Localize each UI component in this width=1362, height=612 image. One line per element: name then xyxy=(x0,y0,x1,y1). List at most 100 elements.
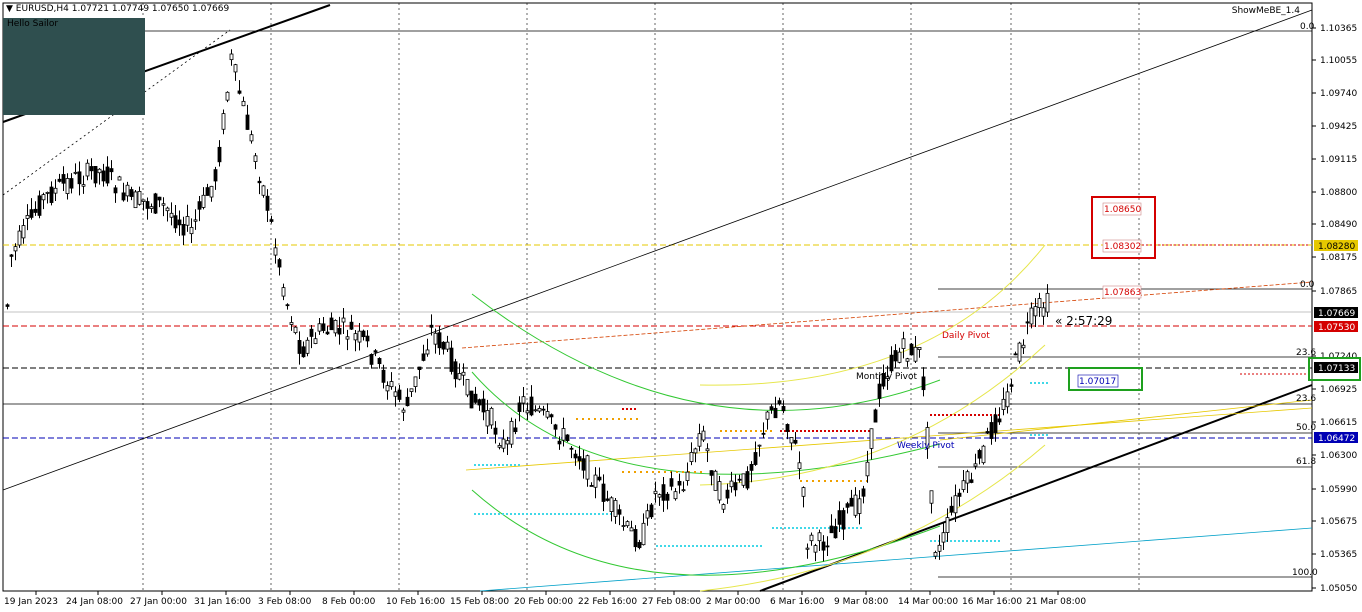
candle-body xyxy=(629,527,634,532)
candle-body xyxy=(905,358,910,362)
candle-body xyxy=(1045,292,1050,313)
time-tick-label: 6 Mar 16:00 xyxy=(770,597,825,607)
candle-body xyxy=(741,473,746,486)
candle-body xyxy=(657,494,662,498)
candle-body xyxy=(621,525,626,527)
candle-body xyxy=(889,354,894,372)
indicator-dot xyxy=(630,418,632,420)
candle-body xyxy=(325,331,330,335)
candle-body xyxy=(949,505,954,513)
candle-body xyxy=(185,216,190,226)
candle-body xyxy=(809,534,814,542)
candle-body xyxy=(273,247,278,256)
indicator-dot xyxy=(594,513,596,515)
indicator-dot xyxy=(550,513,552,515)
candle-body xyxy=(941,532,946,543)
candle-body xyxy=(665,493,670,501)
indicator-dot xyxy=(692,545,694,547)
chart-symbol-title: ▼ EURUSD,H4 1.07721 1.07749 1.07650 1.07… xyxy=(6,4,229,14)
candle-body xyxy=(517,402,522,412)
indicator-dot xyxy=(946,414,948,416)
candle-body xyxy=(813,545,818,553)
time-tick-label: 8 Feb 00:00 xyxy=(322,597,376,607)
indicator-dot xyxy=(800,430,802,432)
indicator-dot xyxy=(986,414,988,416)
indicator-dot xyxy=(755,430,757,432)
indicator-dot xyxy=(682,471,684,473)
indicator-dot xyxy=(816,430,818,432)
candle-body xyxy=(797,462,802,470)
price-chart[interactable]: 1.08650 1.08302 1.07863 1.07017 Daily Pi… xyxy=(0,0,1362,612)
dropdown-triangle-icon[interactable]: ▼ xyxy=(6,4,13,14)
candle-body xyxy=(381,369,386,383)
time-tick-label: 24 Jan 08:00 xyxy=(66,597,123,607)
indicator-dot xyxy=(804,430,806,432)
black-price-tag-value: 1.07133 xyxy=(1318,364,1355,374)
indicator-dot xyxy=(848,480,850,482)
time-axis[interactable]: 19 Jan 2023 24 Jan 08:00 27 Jan 00:00 31 Ja… xyxy=(4,591,1086,607)
candle-body xyxy=(769,406,774,411)
candle-body xyxy=(669,478,674,487)
candle-body xyxy=(101,170,106,182)
indicator-dot xyxy=(538,513,540,515)
candle-body xyxy=(641,522,646,546)
candle-body xyxy=(833,526,838,539)
indicator-dot xyxy=(494,513,496,515)
candle-body xyxy=(237,90,242,94)
price-tick-label: 1.06615 xyxy=(1320,418,1357,428)
candle-body xyxy=(1025,321,1030,324)
indicator-dot xyxy=(554,513,556,515)
indicator-dot xyxy=(626,408,628,410)
indicator-dot xyxy=(630,408,632,410)
indicator-dot xyxy=(586,513,588,515)
candle-body xyxy=(761,432,766,435)
indicator-dot xyxy=(676,471,678,473)
indicator-dot xyxy=(506,513,508,515)
candle-body xyxy=(61,174,66,184)
indicator-dot xyxy=(1038,434,1040,436)
indicator-dot xyxy=(624,418,626,420)
indicator-dot xyxy=(708,545,710,547)
indicator-dot xyxy=(478,464,480,466)
candle-body xyxy=(13,246,18,252)
indicator-dot xyxy=(830,480,832,482)
indicator-dot xyxy=(966,540,968,542)
indicator-dot xyxy=(482,464,484,466)
indicator-dot xyxy=(728,545,730,547)
candle-body xyxy=(409,388,414,392)
candle-body xyxy=(261,185,266,196)
candle-body xyxy=(653,490,658,494)
indicator-dot xyxy=(824,430,826,432)
indicator-dot xyxy=(756,545,758,547)
indicator-dot xyxy=(514,513,516,515)
indicator-dot xyxy=(672,545,674,547)
candle-body xyxy=(73,171,78,174)
candle-body xyxy=(753,452,758,465)
indicator-dot xyxy=(600,418,602,420)
price-tick-label: 1.08800 xyxy=(1320,188,1357,198)
indicator-dot xyxy=(812,480,814,482)
indicator-dot xyxy=(934,414,936,416)
candle-body xyxy=(405,396,410,407)
candle-body xyxy=(493,427,498,435)
candle-body xyxy=(845,503,850,508)
candle-body xyxy=(537,408,542,412)
indicator-dot xyxy=(474,513,476,515)
yellow-price-tag-value: 1.08280 xyxy=(1318,242,1355,252)
candle-body xyxy=(989,422,994,439)
candle-body xyxy=(277,259,282,268)
candle-body xyxy=(785,424,790,432)
candle-body xyxy=(1037,298,1042,309)
candle-body xyxy=(93,166,98,184)
indicator-dot xyxy=(660,545,662,547)
candle-body xyxy=(777,400,782,405)
info-panel: Hello Sailor xyxy=(3,18,145,115)
time-tick-label: 15 Feb 08:00 xyxy=(450,597,509,607)
indicator-dot xyxy=(824,527,826,529)
indicator-dot xyxy=(486,464,488,466)
indicator-dot xyxy=(808,430,810,432)
indicator-dot xyxy=(694,471,696,473)
candle-body xyxy=(981,445,986,464)
candle-body xyxy=(365,335,370,342)
candle-body xyxy=(49,186,54,203)
